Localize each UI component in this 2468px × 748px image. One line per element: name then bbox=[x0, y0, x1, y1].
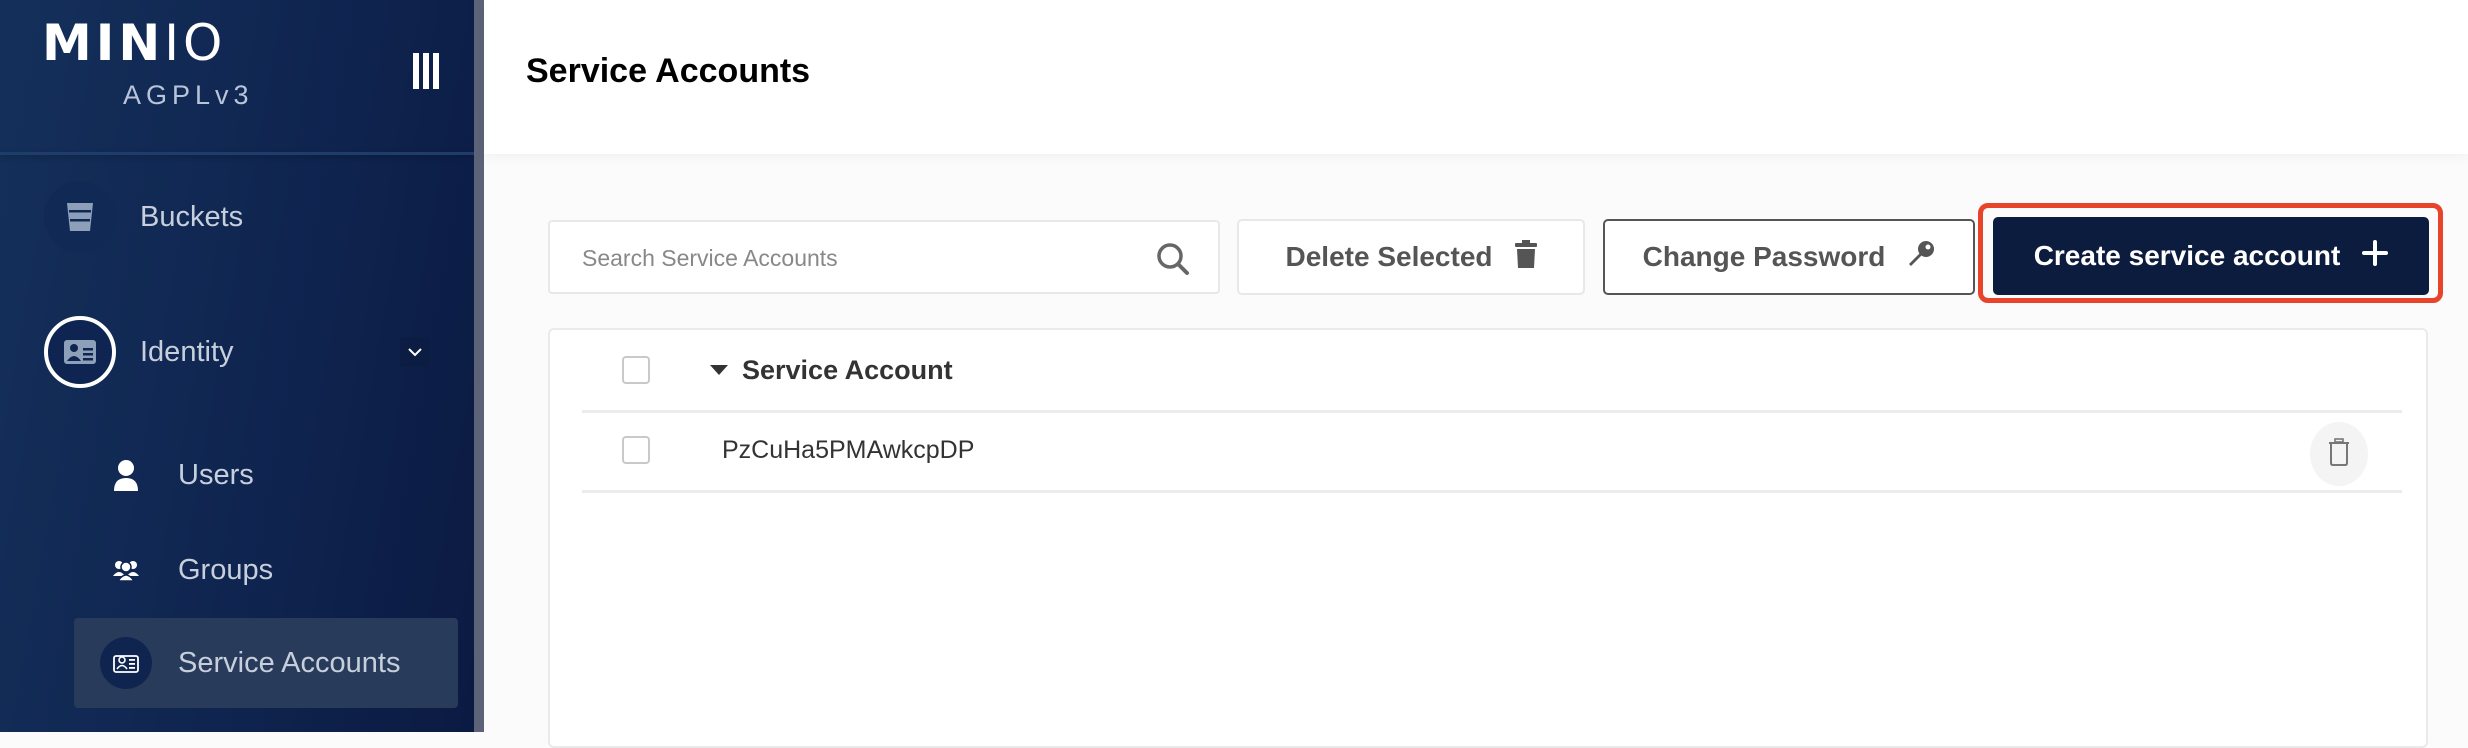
sidebar-item-users[interactable]: Users bbox=[74, 430, 458, 520]
sidebar-item-label: Groups bbox=[178, 553, 274, 586]
plus-icon bbox=[2362, 239, 2389, 273]
sidebar-item-label: Identity bbox=[140, 335, 234, 368]
sidebar-item-service-accounts[interactable]: Service Accounts bbox=[74, 618, 458, 708]
key-icon bbox=[1907, 240, 1935, 275]
row-delete-button[interactable] bbox=[2310, 422, 2368, 486]
sidebar-item-buckets[interactable]: Buckets bbox=[44, 181, 243, 253]
page-header: Service Accounts bbox=[484, 0, 2468, 154]
page-title: Service Accounts bbox=[526, 52, 811, 90]
table-row[interactable]: PzCuHa5PMAwkcpDP bbox=[582, 410, 2402, 493]
user-icon bbox=[74, 459, 178, 491]
minio-logo[interactable]: MINIO bbox=[42, 14, 226, 72]
license-label: AGPLv3 bbox=[123, 80, 254, 110]
create-service-account-label: Create service account bbox=[2033, 240, 2341, 271]
select-all-checkbox[interactable] bbox=[622, 356, 650, 384]
sidebar-scrollbar[interactable] bbox=[474, 0, 484, 732]
sidebar: MINIO AGPLv3 Buckets Identity Users Grou… bbox=[0, 0, 474, 732]
sidebar-divider bbox=[0, 152, 474, 155]
row-checkbox[interactable] bbox=[622, 436, 650, 464]
sidebar-item-label: Buckets bbox=[140, 200, 244, 233]
service-accounts-table: Service Account PzCuHa5PMAwkcpDP bbox=[548, 328, 2428, 748]
sort-descending-icon[interactable] bbox=[710, 365, 728, 375]
column-header-service-account[interactable]: Service Account bbox=[742, 355, 953, 386]
id-card-icon bbox=[44, 316, 116, 388]
users-group-icon bbox=[74, 559, 178, 581]
create-service-account-button[interactable]: Create service account bbox=[1993, 217, 2429, 295]
table-header-row: Service Account bbox=[582, 330, 2402, 413]
bucket-icon bbox=[44, 181, 116, 253]
sidebar-item-identity[interactable]: Identity bbox=[44, 316, 434, 388]
search-box bbox=[548, 220, 1220, 294]
sidebar-item-label: Service Accounts bbox=[178, 646, 401, 679]
delete-selected-label: Delete Selected bbox=[1285, 241, 1493, 272]
change-password-button[interactable]: Change Password bbox=[1603, 219, 1975, 295]
search-input[interactable] bbox=[580, 222, 1144, 294]
sidebar-item-label: Users bbox=[178, 458, 254, 491]
trash-icon bbox=[1514, 239, 1537, 275]
chevron-down-icon[interactable] bbox=[400, 337, 430, 367]
service-account-icon bbox=[100, 637, 152, 689]
logo-bold-text: MIN bbox=[42, 14, 165, 72]
search-icon[interactable] bbox=[1156, 242, 1190, 281]
hamburger-icon[interactable] bbox=[413, 50, 445, 92]
delete-selected-button[interactable]: Delete Selected bbox=[1237, 219, 1585, 295]
logo-thin-text: IO bbox=[164, 14, 227, 72]
logo-area: MINIO AGPLv3 bbox=[0, 0, 474, 154]
trash-outline-icon bbox=[2328, 437, 2350, 471]
change-password-label: Change Password bbox=[1642, 241, 1886, 272]
service-account-cell[interactable]: PzCuHa5PMAwkcpDP bbox=[722, 436, 974, 465]
sidebar-item-groups[interactable]: Groups bbox=[74, 525, 458, 615]
